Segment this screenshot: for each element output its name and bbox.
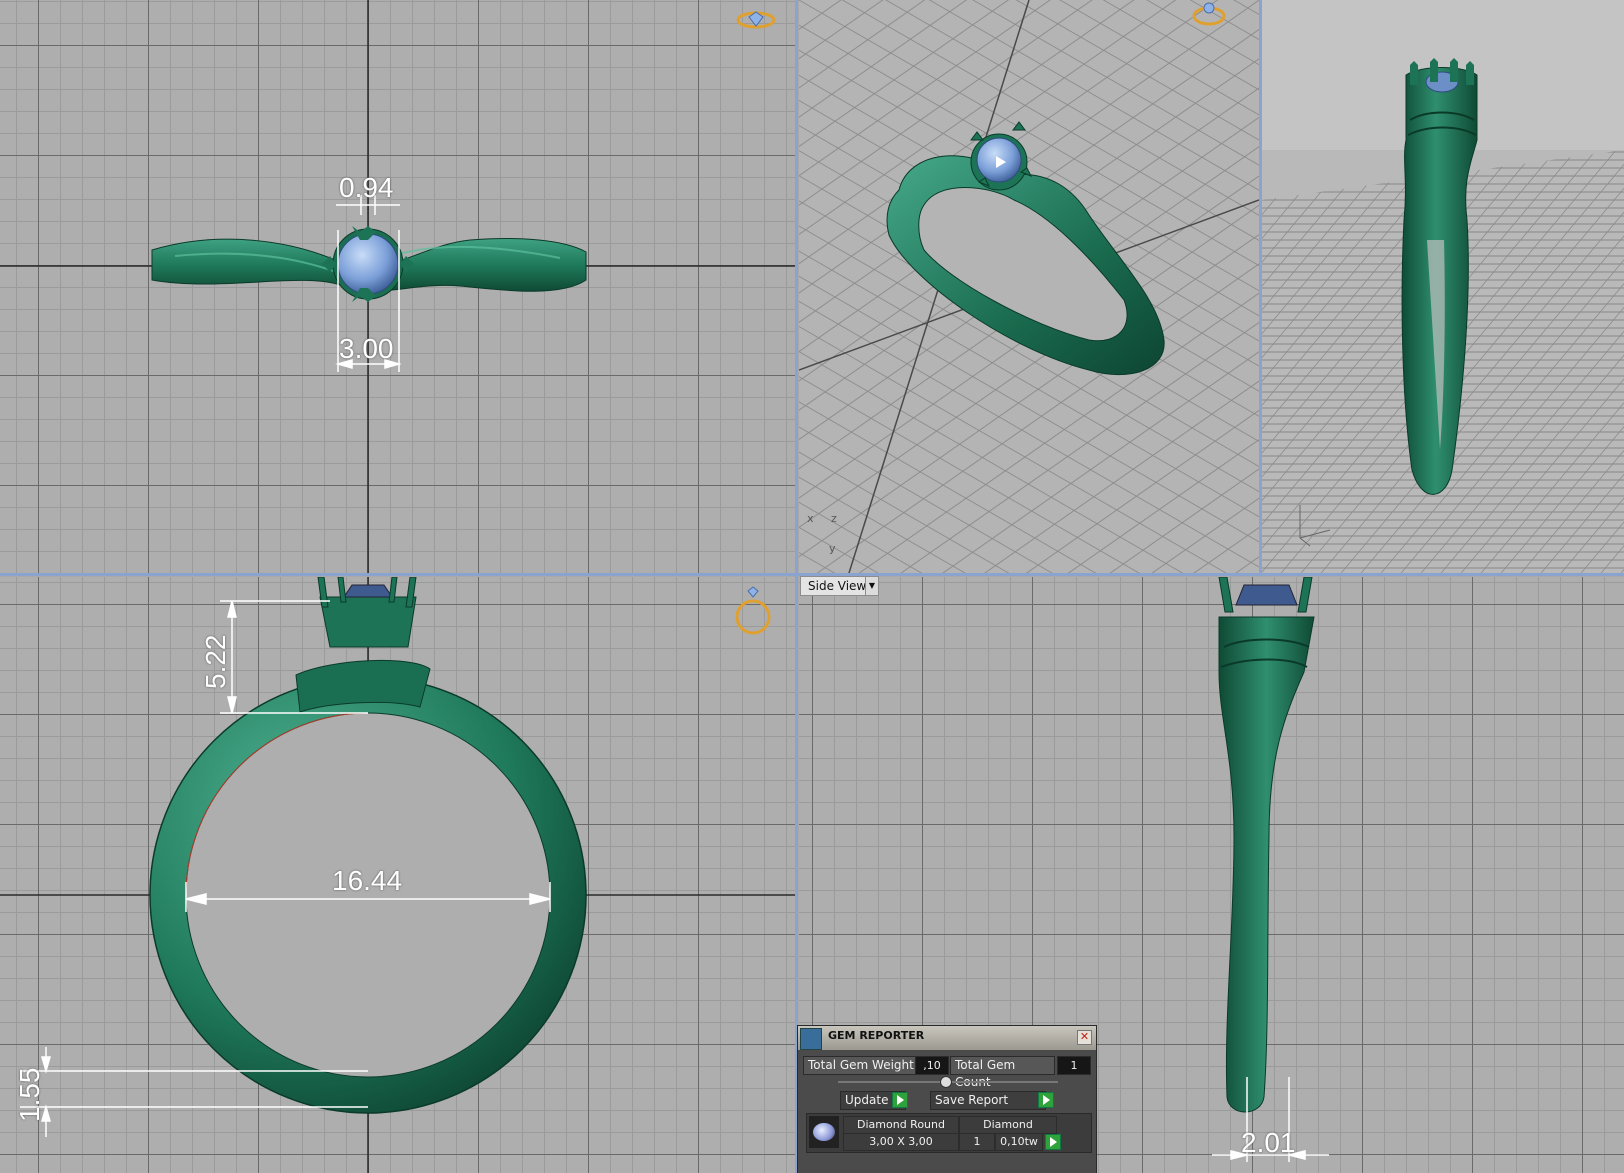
update-button-label: Update bbox=[845, 1093, 889, 1107]
navicube-front-icon[interactable] bbox=[733, 585, 773, 637]
total-gem-weight-label: Total Gem Weight bbox=[803, 1056, 919, 1075]
cad-workspace: 0.94 3.00 x z y 5.22 16.44 1.55 2.01 Sid… bbox=[0, 0, 1624, 1173]
play-icon[interactable] bbox=[892, 1092, 908, 1108]
navicube-perspective-icon[interactable] bbox=[1189, 0, 1229, 30]
viewport-separator-vertical-2[interactable] bbox=[1259, 0, 1262, 573]
dimension-shank-thickness: 1.55 bbox=[14, 1067, 45, 1123]
top-view-canvas bbox=[0, 0, 795, 573]
gem-name: Diamond Round bbox=[843, 1116, 959, 1134]
view-selector-label: Side View bbox=[808, 579, 867, 593]
front-viewport[interactable]: 5.22 16.44 1.55 bbox=[0, 577, 795, 1173]
axis-triad: x z y bbox=[807, 512, 837, 555]
close-icon[interactable]: ✕ bbox=[1077, 1030, 1092, 1045]
gem-reporter-titlebar[interactable]: GEM REPORTER ✕ bbox=[798, 1026, 1096, 1050]
gem-size: 3,00 X 3,00 bbox=[843, 1133, 959, 1151]
gem-material: Diamond bbox=[959, 1116, 1057, 1134]
dimension-stone-width: 3.00 bbox=[339, 333, 394, 364]
perspective-viewport-2[interactable] bbox=[1262, 0, 1624, 573]
perspective-viewport[interactable]: x z y bbox=[799, 0, 1259, 573]
gem-reporter-panel: GEM REPORTER ✕ Total Gem Weight ,10 Tota… bbox=[797, 1025, 1097, 1173]
view-selector[interactable]: Side View ▼ bbox=[800, 576, 879, 596]
viewport-separator-vertical[interactable] bbox=[795, 0, 798, 1173]
chevron-down-icon[interactable]: ▼ bbox=[865, 577, 878, 595]
total-gem-weight-value: ,10 bbox=[915, 1056, 949, 1075]
navicube-icon[interactable] bbox=[732, 8, 780, 34]
save-report-button-label: Save Report bbox=[935, 1093, 1009, 1107]
dimension-shank-width: 2.01 bbox=[1241, 1127, 1296, 1158]
diamond-icon bbox=[813, 1123, 835, 1141]
axis-label-x: x bbox=[807, 512, 814, 525]
gem-weight: 0,10tw bbox=[995, 1133, 1043, 1151]
slider-handle[interactable] bbox=[940, 1076, 952, 1088]
dimension-head-height: 5.22 bbox=[200, 634, 231, 690]
perspective-canvas-2 bbox=[1262, 58, 1624, 573]
total-gem-count-label: Total Gem Count bbox=[950, 1056, 1055, 1089]
axis-label-z: z bbox=[831, 512, 837, 525]
gem-reporter-icon bbox=[800, 1028, 822, 1050]
axis-label-y: y bbox=[829, 542, 836, 555]
top-viewport[interactable]: 0.94 3.00 bbox=[0, 0, 795, 573]
gem-count: 1 bbox=[959, 1133, 995, 1151]
gem-list-row[interactable]: Diamond Round Diamond 3,00 X 3,00 1 0,10… bbox=[806, 1113, 1092, 1153]
dimension-inner-diameter: 16.44 bbox=[332, 865, 403, 896]
play-icon[interactable] bbox=[1038, 1092, 1054, 1108]
total-gem-count-value: 1 bbox=[1057, 1056, 1091, 1075]
gem-reporter-title: GEM REPORTER bbox=[828, 1029, 925, 1042]
dimension-prong-gap: 0.94 bbox=[339, 172, 394, 203]
perspective-canvas bbox=[799, 0, 1259, 573]
gem-thumbnail bbox=[809, 1116, 839, 1148]
play-icon[interactable] bbox=[1045, 1134, 1061, 1150]
save-report-button[interactable]: Save Report bbox=[930, 1091, 1046, 1110]
